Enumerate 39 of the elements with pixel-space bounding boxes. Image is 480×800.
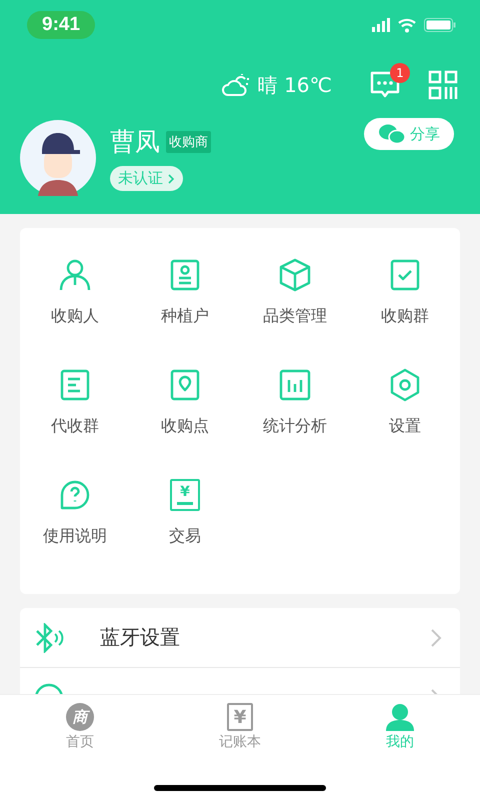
shop-icon: 商	[66, 703, 94, 731]
location-pin-icon	[170, 369, 200, 401]
notification-badge: 1	[390, 63, 410, 83]
user-name: 曹凤	[110, 126, 160, 158]
help-icon	[60, 480, 90, 510]
bluetooth-icon	[34, 622, 64, 652]
chevron-icon	[167, 172, 175, 184]
feature-item[interactable]: 代收群	[20, 366, 130, 474]
feature-item[interactable]: 种植户	[130, 256, 240, 364]
menu-label: 蓝牙设置	[100, 625, 180, 649]
signal-icon	[372, 18, 390, 32]
wechat-icon	[378, 123, 406, 145]
document-icon	[60, 369, 90, 401]
box-icon	[278, 258, 312, 292]
settings-icon	[389, 368, 421, 402]
weather-icon	[222, 73, 250, 97]
battery-icon	[424, 18, 456, 32]
menu-row[interactable]: 蓝牙设置	[20, 608, 460, 668]
status-time: 9:41	[27, 11, 96, 39]
wifi-icon	[398, 18, 416, 32]
feature-item[interactable]: 统计分析	[240, 366, 350, 474]
qr-code-icon[interactable]	[428, 70, 458, 100]
person-icon	[58, 258, 92, 292]
feature-item[interactable]: 使用说明	[20, 476, 130, 584]
ledger-icon: ¥	[227, 703, 253, 731]
feature-item[interactable]: 设置	[350, 366, 460, 474]
contact-card-icon	[170, 259, 200, 291]
chevron-icon	[430, 628, 442, 648]
checkbox-icon	[390, 259, 420, 291]
feature-item[interactable]: 品类管理	[240, 256, 350, 364]
user-icon	[385, 703, 415, 731]
weather-text: 晴 16℃	[258, 72, 332, 98]
feature-item[interactable]: ¥ 交易	[130, 476, 240, 584]
role-tag: 收购商	[166, 130, 211, 152]
feature-item[interactable]: 收购点	[130, 366, 240, 474]
receipt-icon: ¥	[170, 479, 200, 511]
bar-chart-icon	[279, 369, 311, 401]
feature-item[interactable]: 收购群	[350, 256, 460, 364]
feature-item[interactable]: 收购人	[20, 256, 130, 364]
